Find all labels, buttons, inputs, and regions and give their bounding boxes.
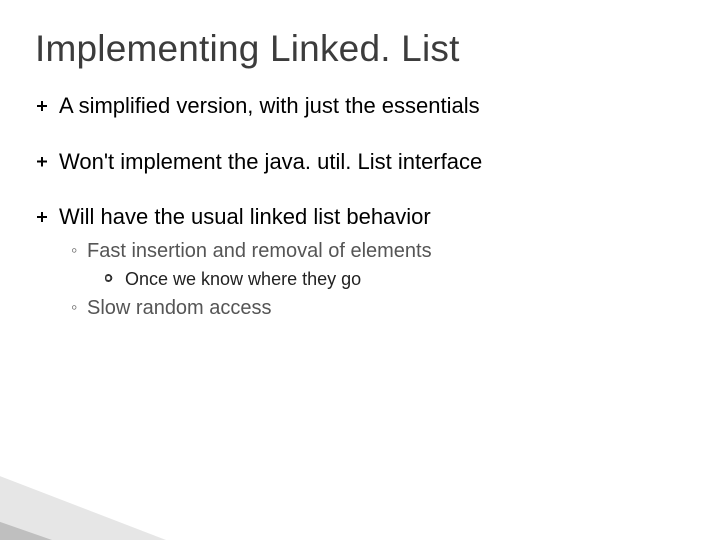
list-item: Slow random access bbox=[71, 296, 685, 321]
bullet-text: Will have the usual linked list behavior bbox=[59, 204, 431, 229]
bullet-list: A simplified version, with just the esse… bbox=[37, 92, 685, 321]
list-item: Won't implement the java. util. List int… bbox=[37, 148, 685, 176]
list-item: Once we know where they go bbox=[105, 268, 685, 291]
sub-bullet-text: Slow random access bbox=[87, 297, 272, 319]
bullet-text: Won't implement the java. util. List int… bbox=[59, 149, 482, 174]
sub-sub-list: Once we know where they go bbox=[105, 268, 685, 291]
slide-title: Implementing Linked. List bbox=[35, 28, 685, 70]
sub-sub-bullet-text: Once we know where they go bbox=[125, 269, 361, 289]
sub-list: Fast insertion and removal of elements O… bbox=[71, 239, 685, 322]
list-item: Will have the usual linked list behavior… bbox=[37, 203, 685, 321]
decorative-shapes bbox=[0, 370, 400, 540]
sub-bullet-text: Fast insertion and removal of elements bbox=[87, 240, 432, 262]
bullet-text: A simplified version, with just the esse… bbox=[59, 93, 480, 118]
slide: Implementing Linked. List A simplified v… bbox=[0, 0, 720, 540]
list-item: Fast insertion and removal of elements O… bbox=[71, 239, 685, 291]
list-item: A simplified version, with just the esse… bbox=[37, 92, 685, 120]
